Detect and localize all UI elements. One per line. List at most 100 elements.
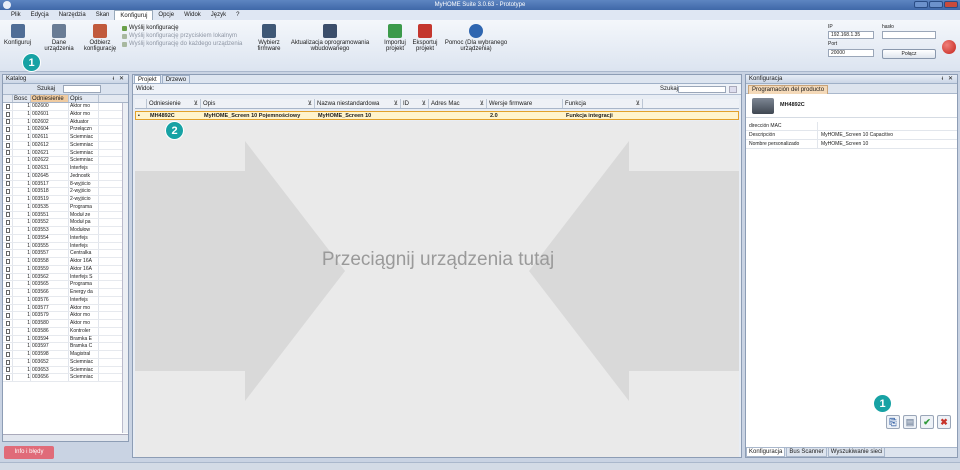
table-row[interactable]: 1 003653 Ściemniac: [3, 366, 128, 375]
table-row[interactable]: 1 003597 Bramka C: [3, 343, 128, 351]
maximize-button[interactable]: [929, 1, 943, 8]
property-row[interactable]: dirección MAC: [746, 122, 957, 131]
table-row[interactable]: 1 003552 Moduł pa: [3, 219, 128, 227]
receive-config-button[interactable]: Odbierz konfigurację: [82, 24, 118, 52]
tab-bus-scanner[interactable]: Bus Scanner: [786, 448, 827, 457]
tab-tree[interactable]: Drzewo: [161, 75, 191, 83]
configure-button[interactable]: Konfiguruj: [4, 24, 31, 46]
project-search-input[interactable]: [678, 86, 726, 93]
send-config-button[interactable]: Wyślij konfigurację: [122, 24, 242, 32]
filter-icon[interactable]: ⊻: [422, 99, 426, 109]
table-row[interactable]: 1 003559 Aktor 16A: [3, 265, 128, 274]
col-name[interactable]: Nazwa niestandardowa ⊻: [315, 99, 401, 108]
table-row[interactable]: 1 003517 8-wyjścio: [3, 180, 128, 189]
update-firmware-button[interactable]: Aktualizacja oprogramowania wbudowanego: [290, 24, 370, 52]
table-row[interactable]: 1 002604 Przełączn: [3, 126, 128, 134]
table-row[interactable]: 1 003577 Aktor mo: [3, 304, 128, 313]
table-row[interactable]: 1 003580 Aktor mo: [3, 320, 128, 328]
table-row[interactable]: 1 003555 Interfejs: [3, 242, 128, 251]
minimize-button[interactable]: [914, 1, 928, 8]
menu-item-2[interactable]: Narzędzia: [54, 10, 91, 20]
table-row[interactable]: 1 003551 Moduł ze: [3, 211, 128, 220]
catalog-search-input[interactable]: [63, 85, 101, 93]
table-row[interactable]: 1 002611 Ściemniac: [3, 134, 128, 142]
table-row[interactable]: 1 002631 Interfejs: [3, 165, 128, 173]
choose-firmware-button[interactable]: Wybierz firmware: [254, 24, 284, 52]
copy-icon[interactable]: ⎘: [886, 415, 900, 429]
col-reference[interactable]: Odniesienie: [31, 95, 69, 102]
catalog-close-icon[interactable]: ✕: [119, 75, 124, 84]
table-row[interactable]: 1 002621 Ściemniac: [3, 149, 128, 158]
filter-icon[interactable]: ⊻: [308, 99, 312, 109]
property-value[interactable]: MyHOME_Screen 10 Capacitivo: [818, 131, 893, 139]
tab-product-programming[interactable]: Programación del producto: [748, 85, 829, 94]
menu-item-3[interactable]: Skan: [91, 10, 115, 20]
drop-zone[interactable]: Przeciągnij urządzenia tutaj: [135, 121, 739, 457]
menu-item-8[interactable]: ?: [231, 10, 244, 20]
property-value[interactable]: MyHOME_Screen 10: [818, 140, 868, 148]
device-data-button[interactable]: Dane urządzenia: [44, 24, 74, 52]
table-row[interactable]: 1 002622 Ściemniac: [3, 157, 128, 165]
col-function[interactable]: Funkcja ⊻: [563, 99, 643, 108]
menu-item-5[interactable]: Opcje: [153, 10, 179, 20]
table-row[interactable]: 1 003565 Programa: [3, 281, 128, 289]
col-firmware[interactable]: Wersje firmware: [487, 99, 563, 108]
menu-item-4[interactable]: Konfiguruj: [114, 10, 154, 20]
col-bosc[interactable]: Bosc: [13, 95, 31, 102]
export-project-button[interactable]: Eksportuj projekt: [410, 24, 440, 52]
import-project-button[interactable]: Importuj projekt: [380, 24, 410, 52]
table-row[interactable]: 1 002612 Ściemniac: [3, 141, 128, 150]
table-row[interactable]: 1 002645 Jednostk: [3, 172, 128, 181]
table-row[interactable]: 1 003557 Centralka: [3, 250, 128, 258]
device-row[interactable]: ▪ MH4892C MyHOME_Screen 10 Pojemnościowy…: [135, 111, 739, 120]
col-id[interactable]: ID ⊻: [401, 99, 429, 108]
table-row[interactable]: 1 003576 Interfejs: [3, 296, 128, 305]
ip-field[interactable]: 192.168.1.35: [828, 31, 874, 39]
pin-icon[interactable]: ᵻ: [113, 75, 114, 84]
filter-icon[interactable]: ⊻: [394, 99, 398, 109]
col-mac[interactable]: Adres Mac ⊻: [429, 99, 487, 108]
col-description[interactable]: Opis: [69, 95, 99, 102]
property-value[interactable]: [818, 122, 821, 130]
table-row[interactable]: 1 003652 Ściemniac: [3, 358, 128, 367]
cancel-icon[interactable]: ✖: [937, 415, 951, 429]
password-field[interactable]: [882, 31, 936, 39]
table-row[interactable]: 1 003558 Aktor 16A: [3, 258, 128, 266]
property-row[interactable]: Nombre personalizado MyHOME_Screen 10: [746, 140, 957, 149]
menu-item-6[interactable]: Widok: [179, 10, 206, 20]
table-row[interactable]: 1 003579 Aktor mo: [3, 312, 128, 320]
info-errors-button[interactable]: Info i błędy: [4, 446, 54, 459]
table-row[interactable]: 1 003566 Energy da: [3, 289, 128, 297]
table-row[interactable]: 1 003656 Ściemniac: [3, 374, 128, 382]
table-row[interactable]: 1 003586 Kontroler: [3, 327, 128, 336]
close-button[interactable]: [944, 1, 958, 8]
table-row[interactable]: 1 002600 Aktor mo: [3, 103, 128, 111]
col-ref[interactable]: Odniesienie ⊻: [147, 99, 201, 108]
catalog-hscroll[interactable]: [3, 434, 128, 441]
tab-configuration[interactable]: Konfiguracja: [746, 448, 786, 457]
table-row[interactable]: 1 003535 Programa: [3, 203, 128, 212]
send-config-each-button[interactable]: Wyślij konfigurację do każdego urządzeni…: [122, 40, 242, 48]
table-row[interactable]: 1 003554 Interfejs: [3, 234, 128, 243]
table-row[interactable]: 1 002602 Aktuator: [3, 118, 128, 127]
table-row[interactable]: 1 003598 Magistral: [3, 351, 128, 359]
tab-project[interactable]: Projekt: [134, 75, 161, 83]
filter-icon[interactable]: ⊻: [480, 99, 484, 109]
table-row[interactable]: 1 003594 Bramka E: [3, 335, 128, 344]
catalog-vscroll[interactable]: [122, 103, 128, 433]
table-row[interactable]: 1 003562 Interfejs S: [3, 273, 128, 282]
clear-search-icon[interactable]: [729, 86, 737, 93]
table-row[interactable]: 1 003518 2-wyjścio: [3, 188, 128, 196]
port-field[interactable]: 20000: [828, 49, 874, 57]
send-config-local-button[interactable]: Wyślij konfigurację przyciskiem lokalnym: [122, 32, 242, 40]
help-button[interactable]: Pomoc (Dla wybranego urządzenia): [444, 24, 508, 52]
menu-item-0[interactable]: Plik: [6, 10, 26, 20]
filter-icon[interactable]: ⊻: [194, 99, 198, 109]
connect-button[interactable]: Połącz: [882, 49, 936, 59]
table-row[interactable]: 1 002601 Aktor mo: [3, 110, 128, 119]
paste-icon[interactable]: ▤: [903, 415, 917, 429]
pin-icon[interactable]: ᵻ: [942, 75, 943, 84]
menu-item-1[interactable]: Edycja: [26, 10, 54, 20]
menu-item-7[interactable]: Język: [206, 10, 231, 20]
col-desc[interactable]: Opis ⊻: [201, 99, 315, 108]
